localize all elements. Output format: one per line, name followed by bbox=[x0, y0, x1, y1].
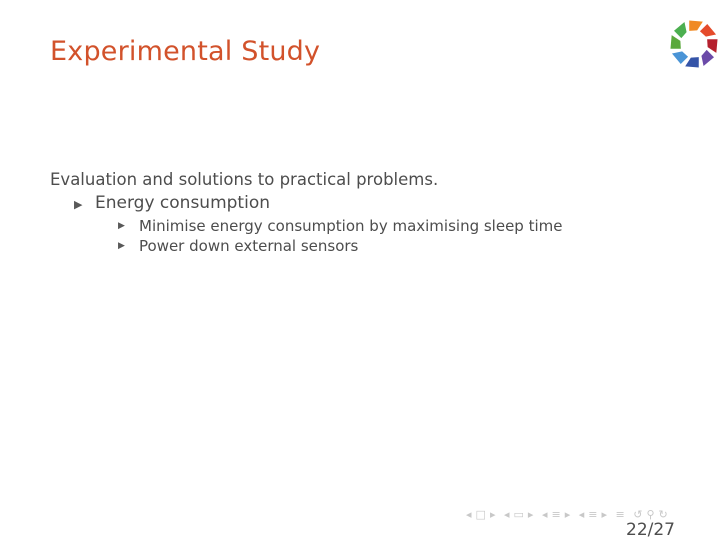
nav-section-icon[interactable]: ≡ bbox=[551, 508, 561, 521]
sub-bullet-label: Minimise energy consumption by maximisin… bbox=[139, 217, 563, 235]
slide-content: Evaluation and solutions to practical pr… bbox=[50, 170, 563, 257]
nav-next-section-icon[interactable]: ▸ bbox=[565, 508, 572, 521]
nav-next-frame-icon[interactable]: ▸ bbox=[490, 508, 497, 521]
nav-prev-toc-icon[interactable]: ◂ bbox=[579, 508, 586, 521]
logo-segment bbox=[707, 39, 718, 53]
nav-prev-section-icon[interactable]: ◂ bbox=[542, 508, 549, 521]
nav-subsection-icon[interactable]: ▭ bbox=[514, 508, 525, 521]
nav-next-subsection-icon[interactable]: ▸ bbox=[528, 508, 535, 521]
bullet-triangle-icon: ▶ bbox=[74, 198, 83, 211]
logo-segment bbox=[674, 21, 687, 39]
nav-appendix-icon[interactable]: ≡ bbox=[616, 508, 626, 521]
logo-segment bbox=[671, 51, 689, 64]
logo-segment bbox=[670, 35, 681, 49]
nav-toc-icon[interactable]: ≡ bbox=[588, 508, 598, 521]
nav-next-toc-icon[interactable]: ▸ bbox=[601, 508, 608, 521]
nav-prev-frame-icon[interactable]: ◂ bbox=[466, 508, 473, 521]
lead-text: Evaluation and solutions to practical pr… bbox=[50, 170, 439, 189]
page-number: 22/27 bbox=[626, 520, 675, 540]
sub-bullet-item: ▶ Minimise energy consumption by maximis… bbox=[50, 217, 563, 235]
logo-segment bbox=[701, 49, 714, 67]
bullet-item-label: Energy consumption bbox=[95, 193, 270, 213]
logo-segment bbox=[685, 57, 699, 68]
bullet-triangle-icon: ▶ bbox=[118, 241, 125, 251]
logo-icon bbox=[670, 20, 718, 68]
nav-prev-subsection-icon[interactable]: ◂ bbox=[504, 508, 511, 521]
sub-bullet-label: Power down external sensors bbox=[139, 237, 359, 255]
logo-segment bbox=[699, 24, 717, 37]
bullet-triangle-icon: ▶ bbox=[118, 221, 125, 231]
logo-segment bbox=[689, 20, 703, 31]
bullet-item: ▶ Energy consumption bbox=[50, 193, 563, 213]
nav-frame-icon[interactable]: □ bbox=[476, 508, 487, 521]
slide-title: Experimental Study bbox=[50, 36, 321, 67]
sub-bullet-item: ▶ Power down external sensors bbox=[50, 237, 563, 255]
